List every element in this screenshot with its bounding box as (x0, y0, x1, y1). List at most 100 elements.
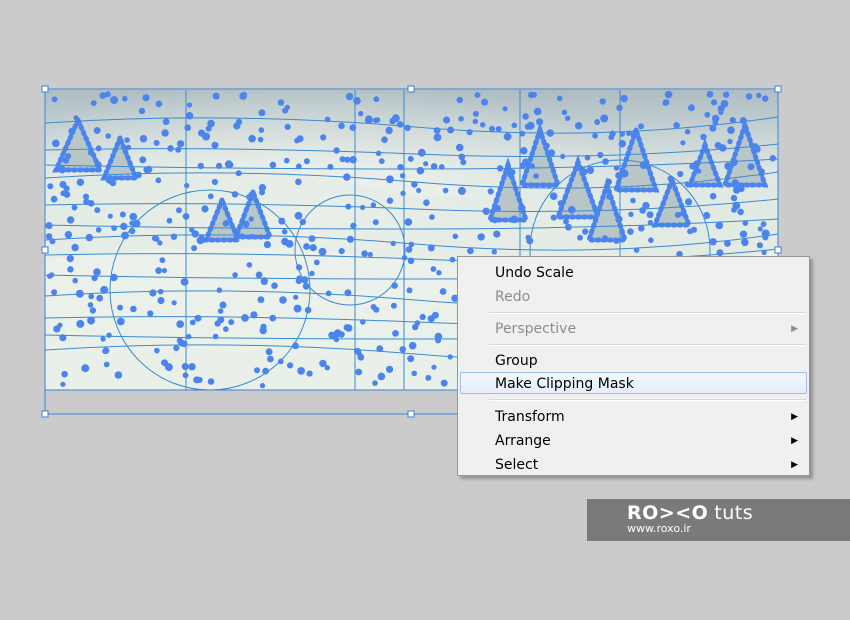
snow-dot (66, 216, 75, 224)
snow-dot (381, 136, 388, 143)
snow-dot (680, 140, 686, 146)
snow-dot (630, 131, 637, 138)
menu-item-redo[interactable]: Redo (460, 285, 807, 307)
snow-dot (756, 92, 762, 99)
snow-dot (222, 220, 230, 227)
snow-dot (710, 99, 718, 106)
snow-dot (491, 216, 499, 224)
snow-dot (320, 134, 327, 141)
snow-dot (258, 184, 267, 192)
snow-dot (597, 151, 604, 159)
snow-dot (246, 194, 253, 200)
menu-item-label: Arrange (495, 433, 551, 449)
snow-dot (61, 370, 68, 378)
menu-item-transform[interactable]: Transform ▶ (460, 405, 807, 427)
snow-dot (376, 345, 384, 353)
snow-dot (295, 163, 302, 170)
resize-handle[interactable] (407, 85, 415, 93)
snow-dot (105, 176, 114, 184)
snow-dot (65, 153, 72, 160)
snow-dot (53, 325, 61, 333)
snow-dot (696, 168, 702, 174)
snow-dot (390, 302, 397, 309)
snow-dot (239, 92, 247, 100)
resize-handle[interactable] (41, 85, 49, 93)
snow-dot (105, 133, 111, 139)
snow-dot (103, 361, 110, 368)
snow-dot (460, 159, 467, 166)
snow-dot (284, 123, 291, 130)
snow-dot (72, 277, 78, 284)
resize-handle[interactable] (774, 246, 782, 254)
snow-dot (93, 268, 101, 276)
resize-handle[interactable] (774, 85, 782, 93)
resize-handle[interactable] (41, 410, 49, 418)
snow-dot (269, 314, 277, 322)
snow-dot (333, 147, 340, 154)
snow-dot (443, 116, 451, 124)
snow-dot (510, 215, 519, 224)
snow-dot (436, 270, 442, 276)
menu-item-undo-scale[interactable]: Undo Scale (460, 261, 807, 283)
snow-dot (404, 124, 411, 131)
snow-dot (458, 116, 464, 122)
menu-item-select[interactable]: Select ▶ (460, 453, 807, 475)
snow-dot (353, 97, 361, 105)
snow-dot (429, 214, 435, 220)
snow-dot (81, 364, 90, 373)
snow-dot (193, 376, 201, 384)
snow-dot (407, 155, 414, 162)
snow-dot (102, 348, 108, 354)
snow-dot (761, 249, 767, 255)
resize-handle[interactable] (407, 410, 415, 418)
snow-dot (447, 354, 453, 360)
snow-dot (367, 251, 373, 258)
snow-dot (747, 163, 755, 171)
snow-dot (153, 235, 160, 242)
snow-dot (690, 226, 698, 233)
snow-dot (164, 363, 173, 372)
snow-dot (416, 166, 425, 175)
resize-handle[interactable] (41, 246, 49, 254)
snow-dot (344, 156, 351, 163)
snow-dot (664, 90, 673, 99)
snow-dot (87, 316, 96, 325)
snow-dot (606, 193, 613, 200)
watermark-url: www.roxo.ir (627, 522, 691, 535)
menu-item-label: Select (495, 457, 539, 473)
snow-dot (185, 112, 194, 120)
snow-dot (386, 197, 394, 204)
menu-item-group[interactable]: Group (460, 349, 807, 371)
snow-dot (219, 301, 227, 309)
snow-dot (73, 115, 79, 121)
snow-dot (370, 202, 377, 208)
snow-dot (727, 138, 733, 145)
snow-dot (177, 339, 186, 347)
snow-dot (674, 211, 682, 218)
snow-dot (401, 254, 408, 261)
snow-dot (646, 211, 654, 219)
snow-dot (762, 234, 769, 241)
snow-dot (265, 348, 273, 356)
snow-dot (90, 100, 97, 107)
snow-dot (370, 304, 377, 310)
snow-dot (502, 106, 508, 112)
snow-dot (494, 205, 501, 212)
snow-dot (423, 161, 429, 167)
snow-dot (579, 168, 588, 176)
snow-dot (397, 164, 404, 171)
menu-item-label: Undo Scale (495, 265, 574, 281)
snow-dot (489, 125, 495, 132)
snow-dot (491, 249, 497, 255)
snow-dot (149, 289, 157, 297)
snow-dot (85, 233, 94, 242)
menu-item-make-clipping-mask[interactable]: Make Clipping Mask (460, 372, 807, 394)
snow-dot (546, 129, 554, 137)
snow-dot (176, 320, 185, 328)
snow-dot (287, 362, 294, 369)
snow-dot (474, 92, 481, 98)
menu-item-perspective[interactable]: Perspective ▶ (460, 317, 807, 339)
menu-item-arrange[interactable]: Arrange ▶ (460, 429, 807, 451)
snow-dot (355, 368, 363, 376)
snow-dot (536, 118, 544, 126)
